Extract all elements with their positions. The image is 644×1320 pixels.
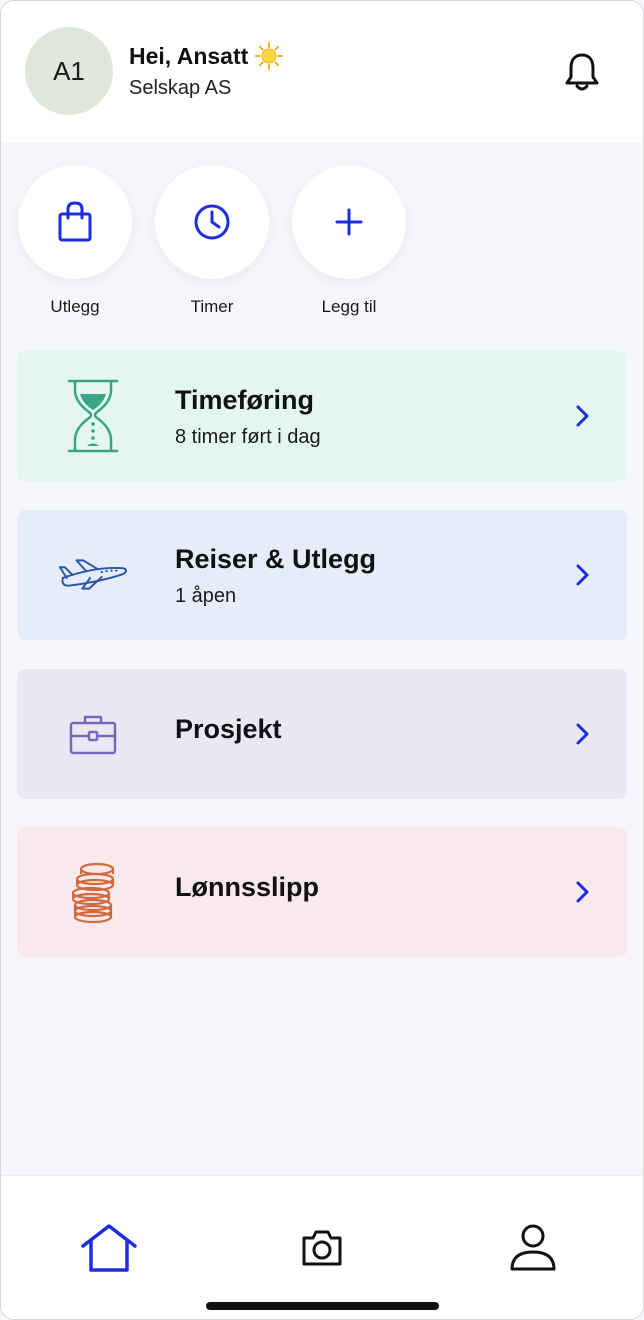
header: A1 Hei, Ansatt Selskap AS	[1, 1, 643, 143]
nav-camera-button[interactable]	[292, 1220, 352, 1276]
nav-profile-button[interactable]	[503, 1220, 563, 1276]
card-title: Prosjekt	[175, 714, 282, 744]
airplane-icon	[57, 532, 129, 618]
nav-home-button[interactable]	[79, 1220, 139, 1276]
quick-action-utlegg[interactable]: Utlegg	[17, 165, 133, 317]
greeting-text: Hei, Ansatt	[129, 42, 249, 69]
card-subtitle: 8 timer ført i dag	[175, 426, 321, 448]
camera-icon	[302, 1230, 342, 1266]
card-timeforing[interactable]: Timeføring 8 timer ført i dag	[17, 351, 627, 481]
card-title: Timeføring	[175, 385, 315, 415]
clock-icon	[194, 204, 230, 240]
chevron-right-icon	[576, 723, 589, 745]
home-icon	[81, 1224, 137, 1272]
greeting: Hei, Ansatt	[129, 41, 284, 71]
card-subtitle: 1 åpen	[175, 585, 237, 607]
home-indicator	[206, 1302, 439, 1310]
card-lonnsslipp[interactable]: Lønnsslipp	[17, 827, 627, 957]
chevron-right-icon	[576, 405, 589, 427]
card-title: Lønnsslipp	[175, 872, 319, 902]
avatar-initials: A1	[53, 55, 85, 86]
user-icon	[510, 1224, 556, 1271]
coins-icon	[57, 849, 129, 935]
quick-action-timer[interactable]: Timer	[154, 165, 270, 317]
quick-action-label: Utlegg	[50, 297, 100, 316]
shopping-bag-icon	[58, 201, 92, 242]
chevron-right-icon	[576, 881, 589, 903]
sun-icon	[255, 42, 284, 70]
card-prosjekt[interactable]: Prosjekt	[17, 669, 627, 799]
quick-action-circle[interactable]	[155, 165, 269, 279]
hourglass-icon	[57, 373, 129, 459]
quick-action-circle[interactable]	[18, 165, 132, 279]
briefcase-icon	[57, 691, 129, 777]
bottom-navigation	[1, 1175, 643, 1319]
quick-action-circle[interactable]	[292, 165, 406, 279]
app-screen: A1 Hei, Ansatt Selskap AS Utlegg Timer L…	[0, 0, 644, 1320]
quick-action-label: Timer	[190, 297, 234, 316]
chevron-right-icon	[576, 564, 589, 586]
company-name: Selskap AS	[129, 77, 232, 99]
bell-icon[interactable]	[563, 51, 601, 93]
quick-action-label: Legg til	[321, 297, 377, 316]
plus-icon	[335, 208, 363, 236]
avatar[interactable]: A1	[25, 27, 113, 115]
quick-action-legg-til[interactable]: Legg til	[291, 165, 407, 317]
card-title: Reiser & Utlegg	[175, 544, 377, 574]
card-reiser-utlegg[interactable]: Reiser & Utlegg 1 åpen	[17, 510, 627, 640]
